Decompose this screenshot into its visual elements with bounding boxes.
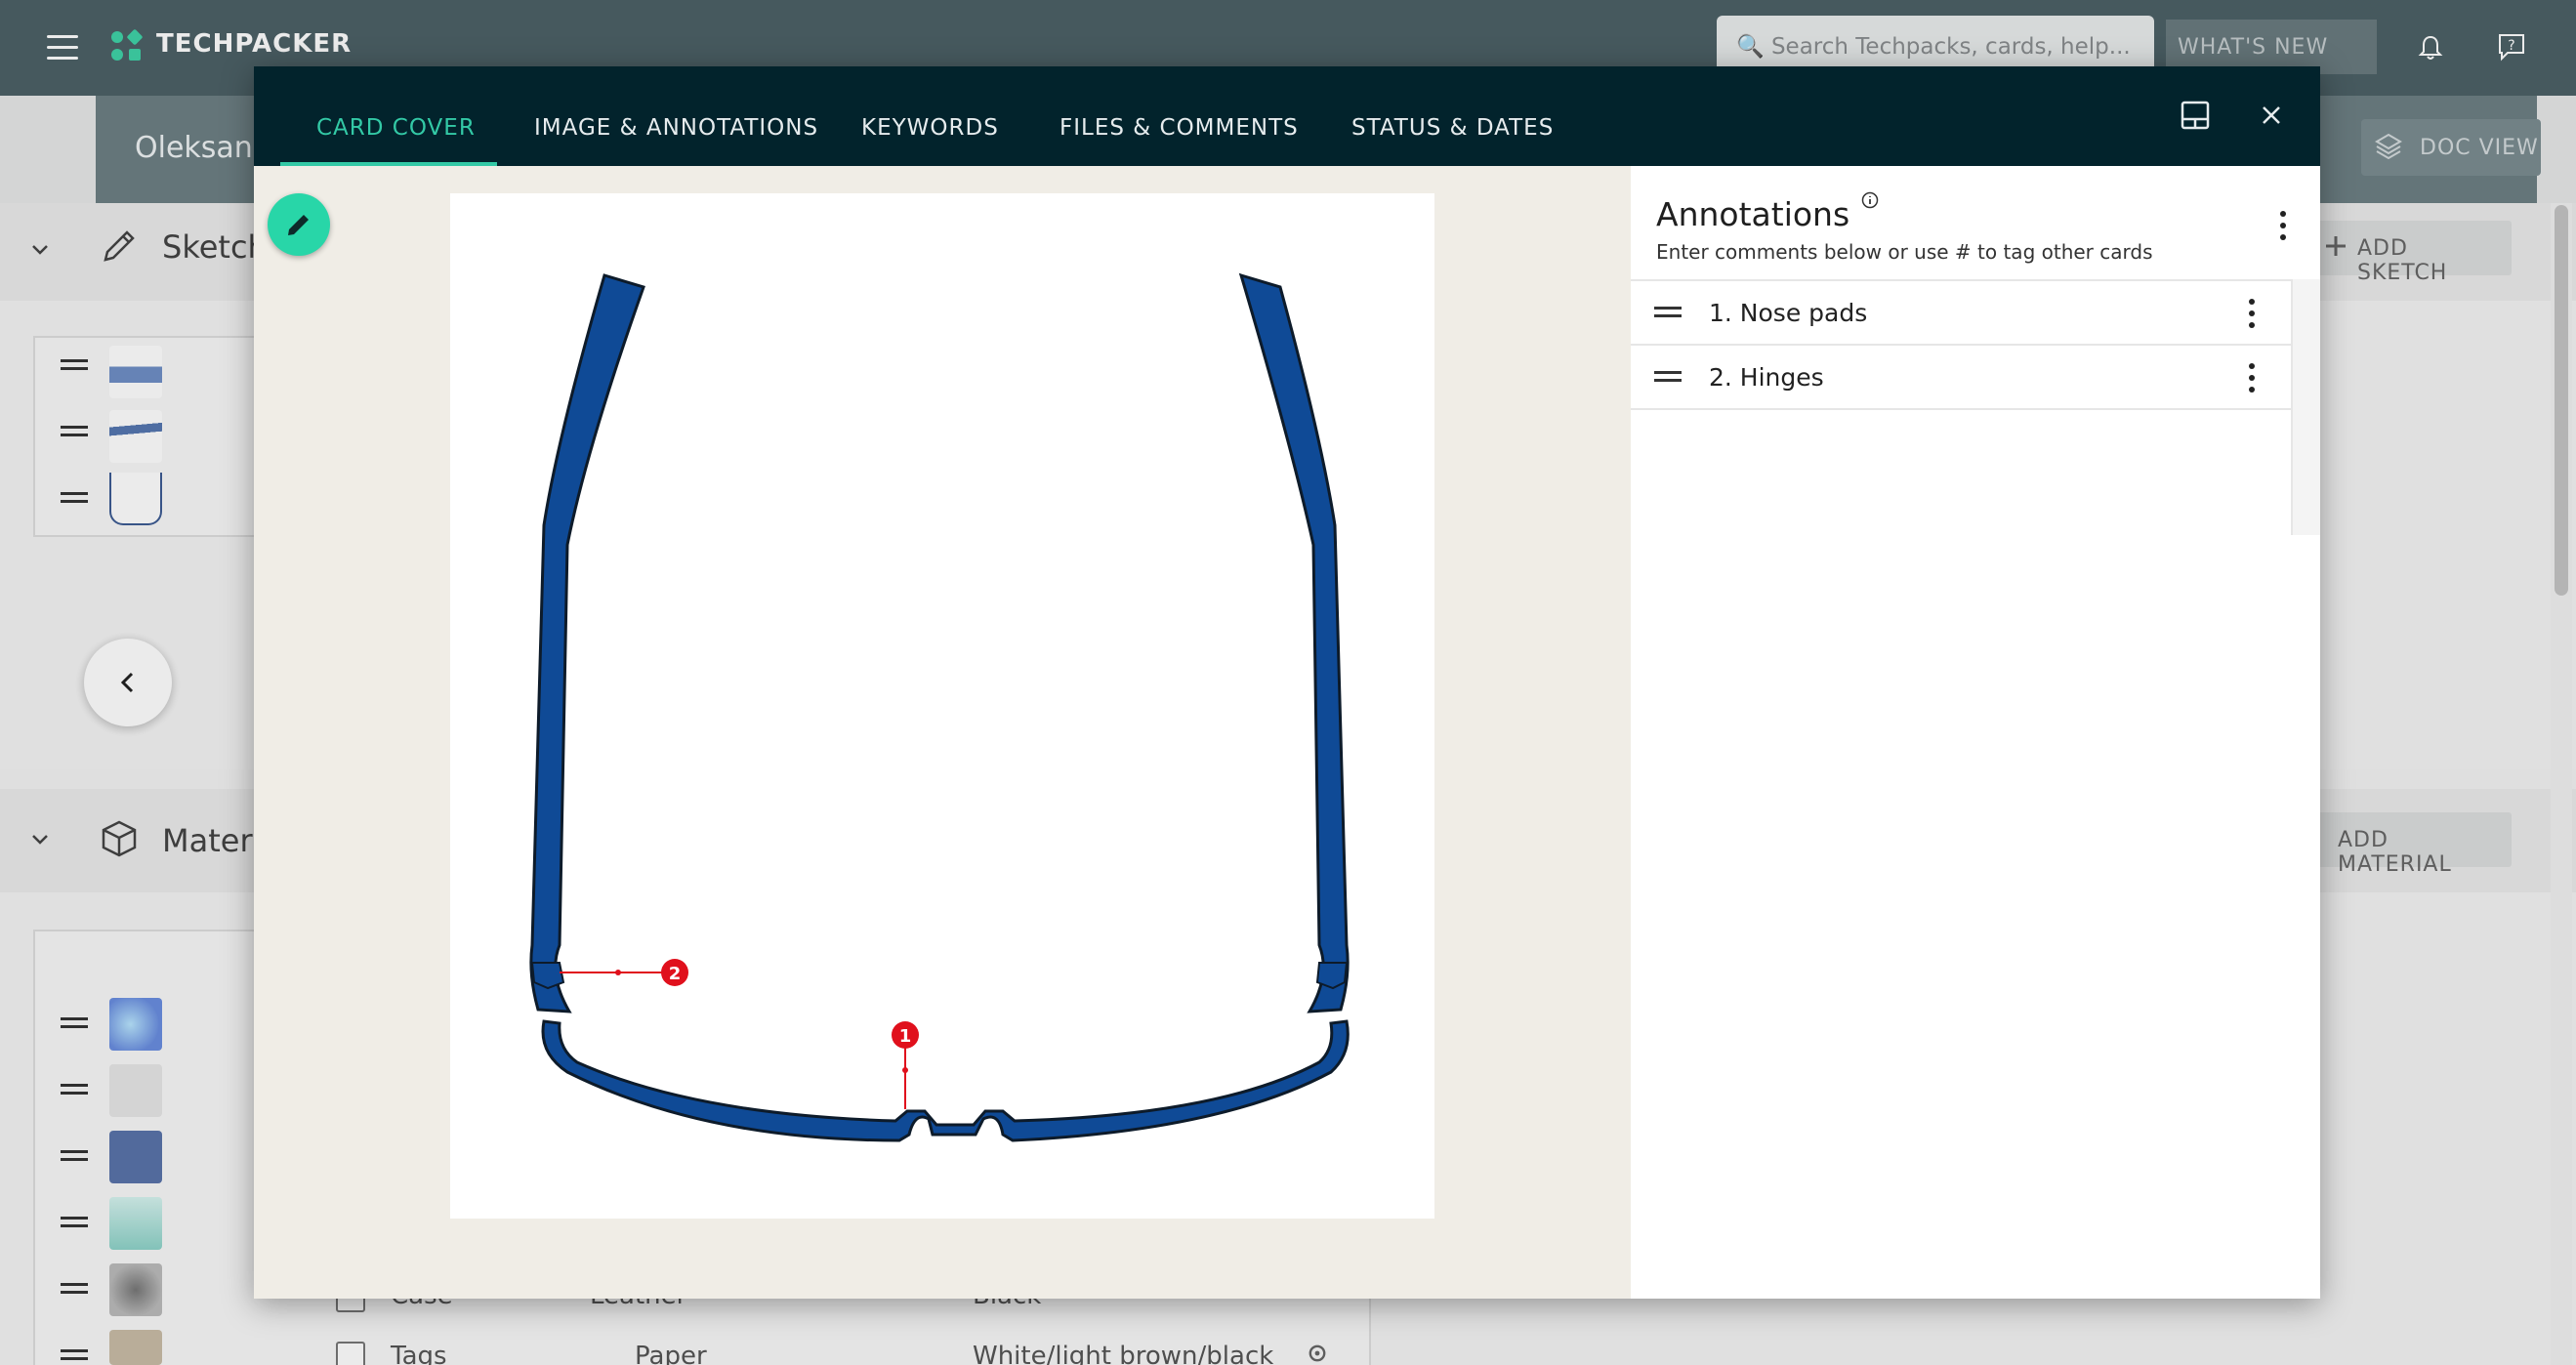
annotation-item[interactable]: 1. Nose pads [1631,279,2291,344]
annotation-label[interactable]: 1. Nose pads [1709,299,1867,327]
annotation-label[interactable]: 2. Hinges [1709,363,1824,392]
more-vert-icon[interactable] [2279,211,2287,240]
annotations-subtitle: Enter comments below or use # to tag oth… [1656,240,2153,264]
card-cover-image[interactable]: 2 1 [450,193,1434,1219]
tab-card-cover[interactable]: CARD COVER [316,115,476,141]
drag-handle-icon[interactable] [1654,307,1682,320]
annotations-title: Annotations [1656,195,1850,233]
marker-number-1: 1 [899,1026,912,1047]
glasses-sketch: 2 1 [529,272,1350,1142]
modal-header: CARD COVER IMAGE & ANNOTATIONS KEYWORDS … [254,66,2320,166]
image-canvas-area: 2 1 [254,166,1631,1299]
tab-keywords[interactable]: KEYWORDS [861,115,999,141]
close-icon[interactable] [2260,103,2283,127]
more-vert-icon[interactable] [2248,363,2256,393]
card-modal: CARD COVER IMAGE & ANNOTATIONS KEYWORDS … [254,66,2320,1299]
marker-number-2: 2 [669,964,682,984]
annotation-item[interactable]: 2. Hinges [1631,344,2291,408]
layout-icon[interactable] [2180,100,2211,131]
annotation-list-end [1631,408,2291,410]
annotations-panel: Annotations Enter comments below or use … [1631,166,2320,1299]
drag-handle-icon[interactable] [1654,371,1682,385]
tab-files-comments[interactable]: FILES & COMMENTS [1059,115,1299,141]
tab-status-dates[interactable]: STATUS & DATES [1351,115,1554,141]
annotation-list-scrollbar[interactable] [2291,279,2320,535]
edit-icon [288,215,309,235]
edit-button[interactable] [268,193,330,256]
tab-image-annotations[interactable]: IMAGE & ANNOTATIONS [534,115,818,141]
more-vert-icon[interactable] [2248,299,2256,328]
info-icon[interactable] [1861,191,1879,209]
